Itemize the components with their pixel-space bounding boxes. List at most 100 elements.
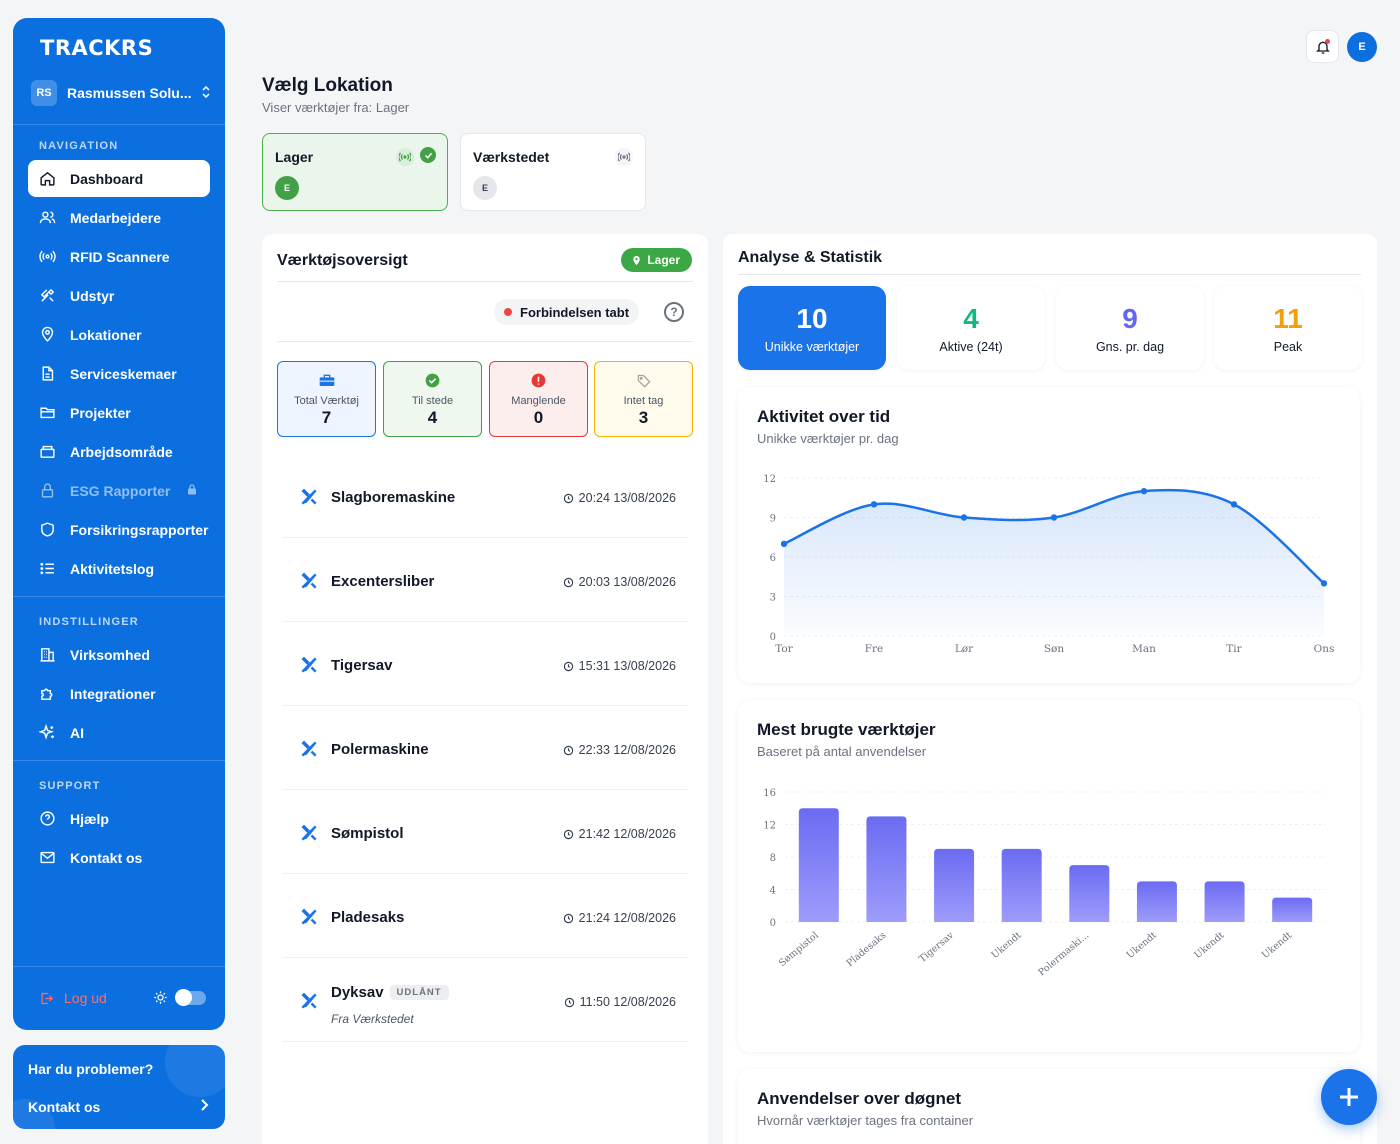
- app-logo[interactable]: TRACKRS: [40, 36, 153, 60]
- tool-timestamp: 20:03 13/08/2026: [563, 575, 676, 589]
- tool-overview-panel: Værktøjsoversigt Lager Forbindelsen tabt…: [262, 234, 708, 1144]
- theme-toggle[interactable]: [153, 988, 206, 1006]
- sidebar-item-udstyr[interactable]: Udstyr: [28, 277, 210, 314]
- connection-status: Forbindelsen tabt: [494, 299, 640, 325]
- clock-icon: [563, 493, 573, 503]
- y-tick-label: 0: [770, 632, 776, 643]
- tool-name: Pladesaks: [331, 909, 404, 926]
- sidebar-item-label: ESG Rapporter: [70, 482, 171, 499]
- tool-list-item[interactable]: Pladesaks 21:24 12/08/2026: [282, 880, 688, 958]
- sidebar-item-integrationer[interactable]: Integrationer: [28, 675, 210, 712]
- kpi-avg-per-day: 9 Gns. pr. dag: [1056, 286, 1204, 370]
- bar[interactable]: [1001, 848, 1042, 922]
- sidebar-item-serviceskemaer[interactable]: Serviceskemaer: [28, 355, 210, 392]
- chevron-updown-icon: [201, 85, 211, 102]
- data-point[interactable]: [780, 540, 788, 548]
- bar[interactable]: [798, 808, 839, 922]
- tool-list-item[interactable]: Sømpistol 21:42 12/08/2026: [282, 796, 688, 874]
- location-name: Værkstedet: [473, 149, 550, 165]
- analytics-panel: Analyse & Statistik 10 Unikke værktøjer …: [723, 234, 1377, 1144]
- bar[interactable]: [934, 848, 975, 922]
- location-card-vaerkstedet[interactable]: Værkstedet E: [460, 133, 646, 211]
- tool-list-item[interactable]: Dyksav UDLÅNT Fra Værkstedet 11:50 12/08/20…: [282, 964, 688, 1042]
- sidebar-item-arbejdsomrade[interactable]: Arbejdsområde: [28, 433, 210, 470]
- sidebar-item-label: Aktivitetslog: [70, 560, 155, 577]
- building-icon: [38, 646, 56, 664]
- sidebar-item-lokationer[interactable]: Lokationer: [28, 316, 210, 353]
- logout-label: Log ud: [64, 990, 107, 1006]
- tool-name-text: Excentersliber: [331, 573, 435, 590]
- location-avatar: E: [473, 176, 497, 200]
- logout-button[interactable]: Log ud: [39, 990, 107, 1006]
- kpi-value: 11: [1273, 303, 1303, 334]
- sidebar-item-label: Forsikringsrapporter: [70, 521, 209, 538]
- home-icon: [38, 170, 56, 188]
- tools-icon: [38, 287, 56, 305]
- sidebar-item-label: Udstyr: [70, 287, 115, 304]
- alert-circle-icon: [490, 373, 587, 388]
- bar[interactable]: [1069, 865, 1110, 922]
- data-point[interactable]: [1140, 487, 1148, 495]
- sidebar-item-forsikringsrapporter[interactable]: Forsikringsrapporter: [28, 511, 210, 548]
- stat-present: Til stede 4: [383, 361, 482, 437]
- x-tick-label: Ons: [1314, 643, 1335, 655]
- settings-section-title: INDSTILLINGER: [39, 616, 139, 628]
- location-card-lager[interactable]: Lager E: [262, 133, 448, 211]
- tool-list-item[interactable]: Polermaskine 22:33 12/08/2026: [282, 712, 688, 790]
- sidebar-item-ai[interactable]: AI: [28, 714, 210, 751]
- help-icon[interactable]: ?: [664, 302, 684, 322]
- data-point[interactable]: [870, 501, 878, 508]
- clock-icon: [563, 745, 573, 755]
- data-point[interactable]: [1320, 580, 1328, 587]
- sidebar-item-kontakt-os[interactable]: Kontakt os: [28, 839, 210, 876]
- sidebar-item-medarbejdere[interactable]: Medarbejdere: [28, 199, 210, 236]
- document-icon: [38, 365, 56, 383]
- tool-timestamp: 20:24 13/08/2026: [563, 491, 676, 505]
- puzzle-icon: [38, 685, 56, 703]
- tool-time-text: 11:50 12/08/2026: [579, 995, 676, 1009]
- sidebar-item-dashboard[interactable]: Dashboard: [28, 160, 210, 197]
- usage-chart-card: 0 4 8 12 16 Sømpistol Pladesaks Tigersav Ukendt P…: [738, 700, 1360, 1052]
- tool-origin: Fra Værkstedet: [331, 1012, 414, 1026]
- sidebar-item-virksomhed[interactable]: Virksomhed: [28, 636, 210, 673]
- tool-time-text: 21:42 12/08/2026: [578, 827, 676, 841]
- help-card-link[interactable]: Kontakt os: [28, 1099, 100, 1115]
- data-point[interactable]: [1230, 501, 1238, 508]
- data-point[interactable]: [960, 514, 968, 521]
- toggle-switch[interactable]: [175, 988, 206, 1006]
- support-section-title: SUPPORT: [39, 780, 101, 792]
- stat-missing: Manglende 0: [489, 361, 588, 437]
- sidebar-item-aktivitetslog[interactable]: Aktivitetslog: [28, 550, 210, 587]
- user-avatar[interactable]: E: [1347, 32, 1377, 62]
- stat-no-tag: Intet tag 3: [594, 361, 693, 437]
- tool-timestamp: 11:50 12/08/2026: [564, 995, 676, 1009]
- tool-list-item[interactable]: Slagboremaskine 20:24 13/08/2026: [282, 460, 688, 538]
- data-point[interactable]: [1050, 514, 1058, 521]
- rfid-icon: [396, 148, 414, 166]
- sidebar-item-projekter[interactable]: Projekter: [28, 394, 210, 431]
- x-tick-label: Fre: [865, 643, 884, 655]
- y-tick-label: 16: [763, 788, 776, 799]
- bar[interactable]: [1204, 881, 1245, 922]
- stat-total-tools: Total Værktøj 7: [277, 361, 376, 437]
- sidebar-item-rfid-scannere[interactable]: RFID Scannere: [28, 238, 210, 275]
- page-subtitle: Viser værktøjer fra: Lager: [262, 100, 410, 115]
- company-switcher[interactable]: RS Rasmussen Solu...: [31, 79, 211, 107]
- bar[interactable]: [866, 816, 907, 922]
- tool-timestamp: 15:31 13/08/2026: [563, 659, 676, 673]
- help-card[interactable]: Har du problemer? Kontakt os: [13, 1045, 225, 1129]
- y-tick-label: 9: [770, 514, 776, 525]
- check-circle-icon: [384, 373, 481, 388]
- bar[interactable]: [1272, 897, 1313, 922]
- divider: [13, 760, 225, 761]
- tool-time-text: 20:03 13/08/2026: [578, 575, 676, 589]
- sidebar-item-hjaelp[interactable]: Hjælp: [28, 800, 210, 837]
- y-tick-label: 12: [763, 474, 776, 485]
- tool-list-item[interactable]: Excentersliber 20:03 13/08/2026: [282, 544, 688, 622]
- bar[interactable]: [1136, 881, 1177, 922]
- tool-timestamp: 21:24 12/08/2026: [563, 911, 676, 925]
- notification-button[interactable]: [1306, 30, 1339, 63]
- rfid-icon: [615, 148, 633, 166]
- tool-list-item[interactable]: Tigersav 15:31 13/08/2026: [282, 628, 688, 706]
- add-button[interactable]: [1321, 1069, 1377, 1125]
